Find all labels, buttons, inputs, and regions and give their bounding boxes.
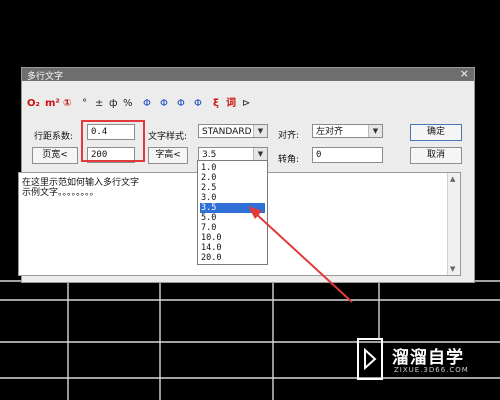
brand-name: 溜溜自学 [392,348,464,368]
annotation-arrow [248,206,353,303]
brand-logo-icon [357,338,383,380]
brand-domain: ZIXUE.3D66.COM [394,366,469,374]
